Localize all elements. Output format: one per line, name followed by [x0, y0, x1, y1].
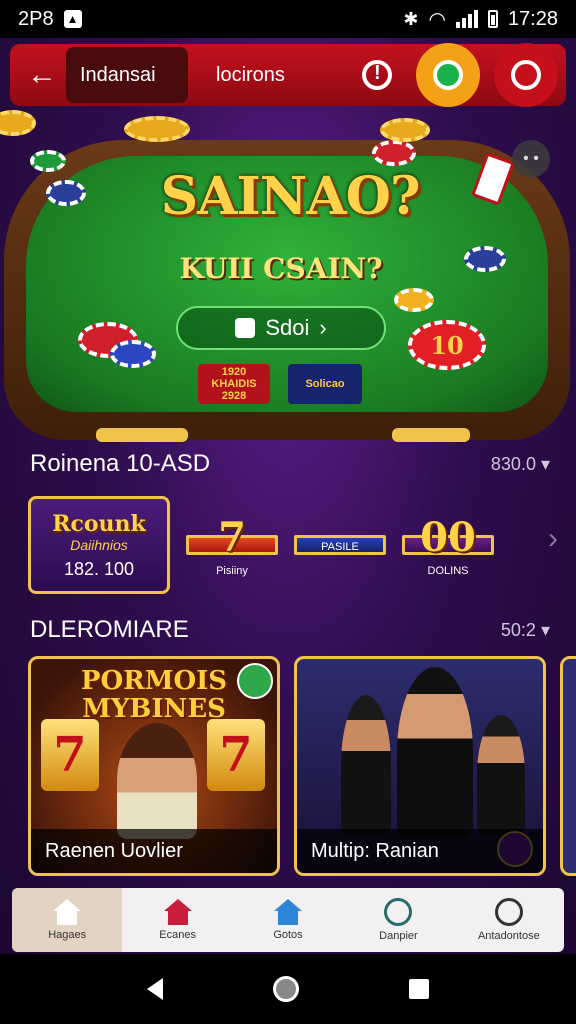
- chip-stack-blue-icon: [46, 180, 86, 206]
- hero-pill-label: Sdoi: [265, 315, 310, 340]
- coin-top-left-icon: [0, 110, 36, 136]
- back-arrow-icon[interactable]: ←: [18, 51, 66, 99]
- chip-value-10-icon: 10: [408, 320, 486, 370]
- hero-play-button[interactable]: Sdoi ›: [176, 306, 386, 350]
- hero-card-red-bottom: 2928: [221, 390, 247, 402]
- player-figure-center: [397, 667, 473, 837]
- chevron-right-icon[interactable]: ›: [548, 522, 558, 556]
- app-screen: ← Indansai locirons 10 • • SAINAO? KUII …: [0, 38, 576, 954]
- tile-title: Rcounk: [52, 510, 146, 537]
- casino-icon: [163, 899, 192, 925]
- tile-small-text: Pisiiny: [216, 564, 248, 577]
- tab-locirons[interactable]: locirons: [202, 47, 299, 103]
- tile-small-text: PASILE: [321, 541, 359, 553]
- hero-card-blue-label: Solicao: [305, 378, 345, 390]
- nav-item-home[interactable]: Hagaes: [12, 888, 123, 952]
- tile-subtitle: Daiihnios: [70, 536, 128, 553]
- card-next-peek[interactable]: [560, 656, 576, 876]
- section2-meta[interactable]: 50:2 ▾: [501, 620, 550, 641]
- home-icon: [53, 899, 82, 925]
- table-handle-left: [96, 428, 188, 442]
- chip-green-icon: [30, 150, 66, 172]
- section1-title: Roinena 10-ASD: [30, 450, 211, 477]
- signal-icon: [455, 10, 478, 28]
- hero-banner[interactable]: 10 • • SAINAO? KUII CSAIN? Sdoi › 1920 K…: [0, 110, 576, 442]
- card-slot-machines[interactable]: PORMOIS MYBINES 7 7 Raenen Uovlier: [28, 656, 280, 876]
- chip-blue-left-icon: [110, 340, 156, 368]
- section-header-recommend: Roinena 10-ASD 830.0 ▾: [30, 450, 550, 478]
- hero-promo-card-blue[interactable]: Solicao: [288, 364, 362, 404]
- nav-label: Antadontose: [477, 930, 540, 942]
- top-nav: ← Indansai locirons: [10, 43, 566, 107]
- notification-icon: ▲: [63, 10, 82, 28]
- chat-icon[interactable]: [416, 43, 480, 107]
- tile-big-text: 7: [218, 513, 246, 561]
- nav-item-gotos[interactable]: Gotos: [233, 888, 343, 952]
- hero-subtitle: KUII CSAIN?: [179, 252, 383, 285]
- user-icon: [494, 898, 523, 926]
- back-triangle-icon[interactable]: [147, 978, 163, 1000]
- hero-card-red-mid: KHAIDIS: [211, 378, 257, 390]
- nav-item-deposit[interactable]: Danpier: [343, 888, 453, 952]
- tile-big-text: 00: [420, 513, 476, 561]
- battery-icon: [487, 10, 498, 28]
- player-figure-left: [341, 695, 391, 835]
- hero-promo-card-red[interactable]: 1920 KHAIDIS 2928: [198, 364, 270, 404]
- chip-red-right-icon: [372, 140, 416, 166]
- tab-indansai[interactable]: Indansai: [66, 47, 188, 103]
- bottom-nav: Hagaes Ecanes Gotos Danpier Antadontose: [12, 888, 564, 952]
- hero-card-red-top: 1920: [221, 366, 247, 378]
- card-label: Raenen Uovlier: [31, 829, 277, 873]
- nav-label: Danpier: [379, 930, 418, 942]
- home-circle-icon[interactable]: [273, 976, 299, 1002]
- player-figure-right: [477, 715, 525, 835]
- hero-title: SAINAO?: [160, 166, 421, 227]
- nav-label: Ecanes: [159, 929, 196, 941]
- feature-cards-row: PORMOIS MYBINES 7 7 Raenen Uovlier Multi…: [28, 656, 576, 876]
- game-tile-rcounk[interactable]: Rcounk Daiihnios 182. 100: [28, 496, 170, 594]
- nav-label: Gotos: [273, 929, 303, 941]
- table-handle-right: [392, 428, 470, 442]
- wifi-icon: ◠: [428, 8, 446, 31]
- section2-meta-value: 50:2: [500, 619, 536, 640]
- status-time-right: 17:28: [507, 7, 558, 30]
- status-time-left: 2P8: [18, 7, 54, 30]
- activity-icon: [384, 898, 413, 926]
- section2-title: DLEROMIARE: [30, 616, 189, 643]
- menu-dots-icon[interactable]: • •: [512, 140, 550, 178]
- chip-badge-icon: [237, 663, 273, 699]
- game-tile-pasile[interactable]: PASILE: [294, 535, 386, 555]
- section1-meta[interactable]: 830.0 ▾: [491, 454, 550, 475]
- nav-item-account[interactable]: Antadontose: [454, 888, 564, 952]
- arrow-right-icon: ›: [319, 315, 327, 340]
- chip-gold-icon: [394, 288, 434, 312]
- nav-item-games[interactable]: Ecanes: [122, 888, 232, 952]
- search-icon[interactable]: [352, 50, 402, 100]
- chip-blue-right-icon: [464, 246, 506, 272]
- coin-stack-left-icon: [124, 116, 190, 142]
- game-tile-dolins[interactable]: 00 DOLINS: [402, 514, 494, 577]
- game-tile-seven[interactable]: 7 Pisiiny: [186, 514, 278, 577]
- nav-label: Hagaes: [48, 929, 87, 941]
- slot-reel-right: 7: [207, 719, 265, 791]
- status-bar: 2P8 ▲ ✱ ◠ 17:28: [0, 0, 576, 38]
- tile-value: 182. 100: [63, 558, 135, 579]
- card-label: Multip: Ranian: [297, 829, 543, 873]
- tile-small-text: DOLINS: [427, 564, 469, 577]
- recents-square-icon[interactable]: [409, 979, 429, 999]
- wallet-icon: [235, 318, 256, 338]
- bluetooth-icon: ✱: [403, 8, 419, 29]
- woman-figure: [117, 723, 197, 839]
- section-header-dleromiare: DLEROMIARE 50:2 ▾: [30, 616, 550, 644]
- lobby-icon: [274, 899, 303, 925]
- slot-reel-left: 7: [41, 719, 99, 791]
- game-tiles-row: Rcounk Daiihnios 182. 100 7 Pisiiny PASI…: [28, 496, 494, 594]
- system-nav-bar: [0, 954, 576, 1024]
- settings-icon[interactable]: [494, 43, 558, 107]
- card-multiplayer[interactable]: Multip: Ranian: [294, 656, 546, 876]
- chip-value: 10: [430, 330, 464, 360]
- section1-meta-value: 830.0: [490, 453, 536, 474]
- coin-stack-right-icon: [380, 118, 430, 142]
